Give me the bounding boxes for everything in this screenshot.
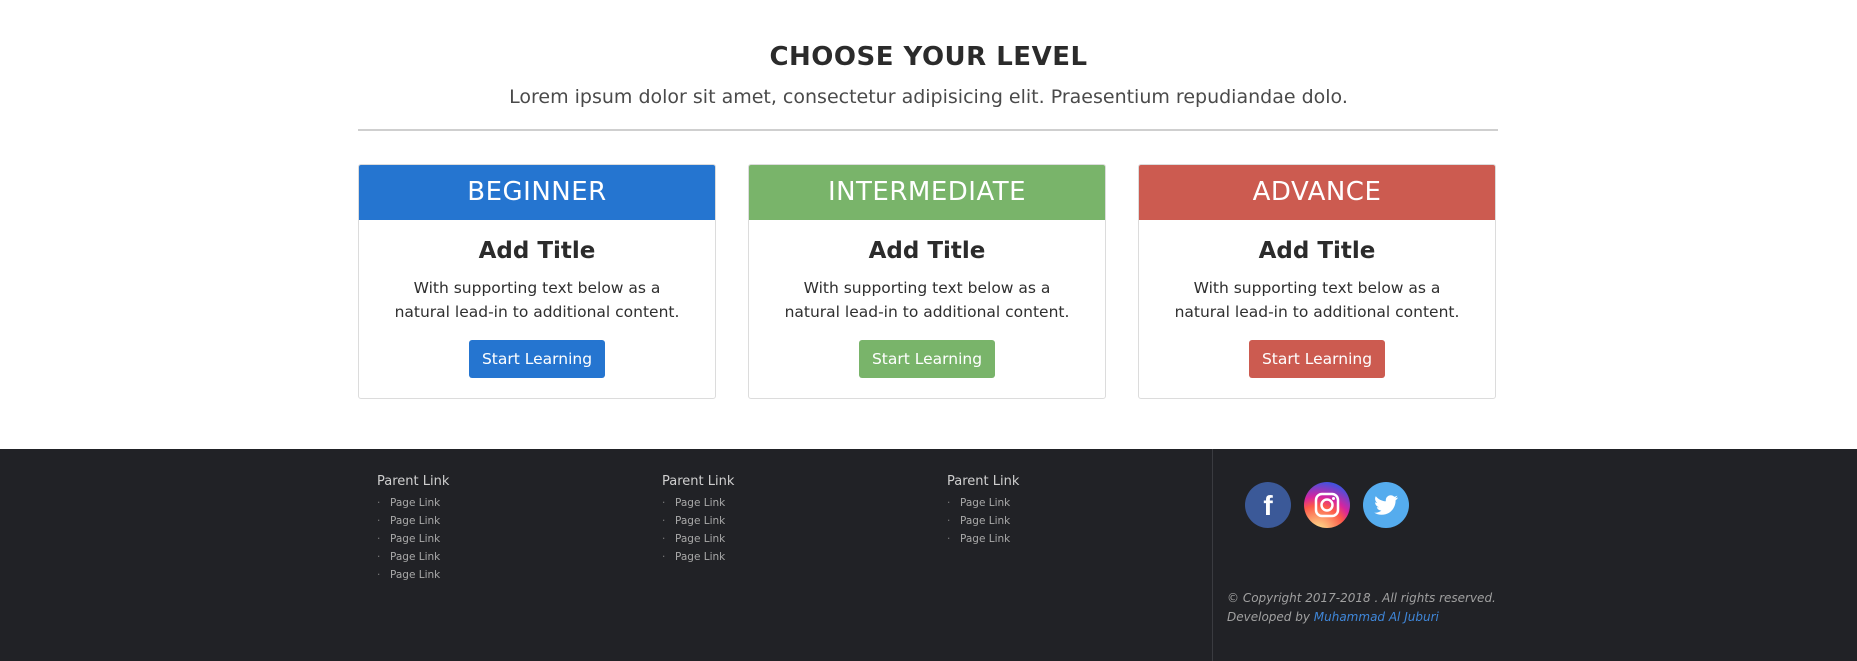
page-link[interactable]: Page Link: [662, 548, 734, 566]
parent-link[interactable]: Parent Link: [947, 474, 1019, 489]
copyright-text: © Copyright 2017-2018 . All rights reser…: [1227, 591, 1496, 605]
page-link[interactable]: Page Link: [377, 512, 449, 530]
footer: Parent Link Page Link Page Link Page Lin…: [0, 449, 1857, 661]
card-header-beginner: BEGINNER: [359, 165, 715, 220]
page-link[interactable]: Page Link: [662, 494, 734, 512]
page-link[interactable]: Page Link: [947, 512, 1019, 530]
start-learning-button-beginner[interactable]: Start Learning: [469, 340, 605, 378]
page-link[interactable]: Page Link: [377, 566, 449, 584]
twitter-icon[interactable]: [1363, 482, 1409, 528]
footer-column-1: Parent Link Page Link Page Link Page Lin…: [377, 474, 449, 584]
card-header-intermediate: INTERMEDIATE: [749, 165, 1105, 220]
page-link[interactable]: Page Link: [377, 494, 449, 512]
page-link[interactable]: Page Link: [662, 530, 734, 548]
card-intermediate: INTERMEDIATE Add Title With supporting t…: [748, 164, 1106, 399]
footer-column-2: Parent Link Page Link Page Link Page Lin…: [662, 474, 734, 566]
copyright: © Copyright 2017-2018 . All rights reser…: [1227, 589, 1496, 627]
divider: [358, 129, 1498, 131]
facebook-icon[interactable]: f: [1245, 482, 1291, 528]
card-text: With supporting text below as a natural …: [394, 279, 680, 321]
developed-by-label: Developed by: [1227, 610, 1310, 624]
page-link[interactable]: Page Link: [947, 494, 1019, 512]
footer-column-3: Parent Link Page Link Page Link Page Lin…: [947, 474, 1019, 548]
page-link[interactable]: Page Link: [947, 530, 1019, 548]
svg-text:f: f: [1263, 490, 1273, 521]
card-text: With supporting text below as a natural …: [784, 279, 1070, 321]
card-beginner: BEGINNER Add Title With supporting text …: [358, 164, 716, 399]
levels-section: CHOOSE YOUR LEVEL Lorem ipsum dolor sit …: [0, 0, 1857, 449]
card-advance: ADVANCE Add Title With supporting text b…: [1138, 164, 1496, 399]
footer-divider: [1212, 449, 1213, 661]
instagram-icon[interactable]: [1304, 482, 1350, 528]
page-title: CHOOSE YOUR LEVEL: [769, 42, 1088, 72]
page-link[interactable]: Page Link: [377, 530, 449, 548]
start-learning-button-advance[interactable]: Start Learning: [1249, 340, 1385, 378]
card-header-advance: ADVANCE: [1139, 165, 1495, 220]
start-learning-button-intermediate[interactable]: Start Learning: [859, 340, 995, 378]
parent-link[interactable]: Parent Link: [377, 474, 449, 489]
card-title: Add Title: [478, 238, 596, 264]
card-title: Add Title: [868, 238, 986, 264]
developer-credit: Developed by Muhammad Al Juburi: [1227, 608, 1496, 627]
card-text: With supporting text below as a natural …: [1174, 279, 1460, 321]
card-title: Add Title: [1258, 238, 1376, 264]
developer-link[interactable]: Muhammad Al Juburi: [1314, 610, 1439, 624]
page-link[interactable]: Page Link: [662, 512, 734, 530]
page-link[interactable]: Page Link: [377, 548, 449, 566]
page-subtitle: Lorem ipsum dolor sit amet, consectetur …: [509, 86, 1348, 108]
parent-link[interactable]: Parent Link: [662, 474, 734, 489]
